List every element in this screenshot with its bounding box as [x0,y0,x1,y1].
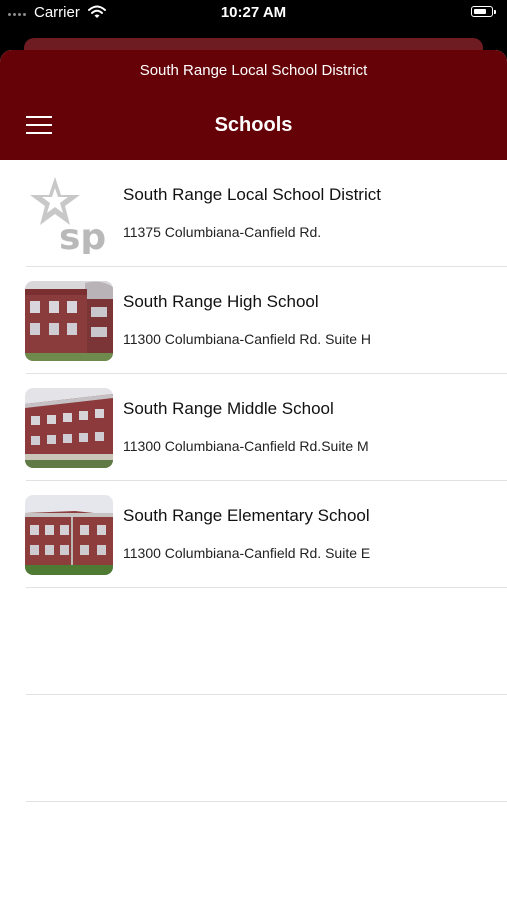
district-subtitle: South Range Local School District [139,62,368,79]
empty-row [0,588,507,695]
school-name: South Range High School [123,292,319,311]
nav-header: South Range Local School District School… [0,50,507,160]
divider [26,801,507,802]
elementary-school-photo [25,495,113,575]
school-name: South Range Middle School [123,399,334,418]
school-address: 11300 Columbiana-Canfield Rd.Suite M [123,438,369,454]
school-address: 11300 Columbiana-Canfield Rd. Suite H [123,331,371,347]
high-school-photo [25,281,113,361]
battery-icon [471,6,496,17]
page-title: Schools [214,114,293,136]
school-name: South Range Local School District [123,185,381,204]
status-bar: Carrier 10:27 AM [0,0,507,30]
list-item[interactable]: sp South Range Local School District 113… [0,160,507,267]
list-item[interactable]: South Range High School 11300 Columbiana… [0,267,507,374]
sp-star-logo: sp [25,174,113,254]
schools-sheet: South Range Local School District School… [0,50,507,900]
clock: 10:27 AM [220,4,287,21]
school-address: 11300 Columbiana-Canfield Rd. Suite E [123,545,371,561]
list-item[interactable]: South Range Elementary School 11300 Colu… [0,481,507,588]
schools-list: sp South Range Local School District 113… [0,160,507,802]
svg-text:sp: sp [59,217,106,254]
school-name: South Range Elementary School [123,506,370,525]
empty-row [0,695,507,802]
school-address: 11375 Columbiana-Canfield Rd. [123,224,322,240]
list-item[interactable]: South Range Middle School 11300 Columbia… [0,374,507,481]
phone-screen: Carrier 10:27 AM South Range Local Schoo… [0,0,507,900]
middle-school-photo [25,388,113,468]
